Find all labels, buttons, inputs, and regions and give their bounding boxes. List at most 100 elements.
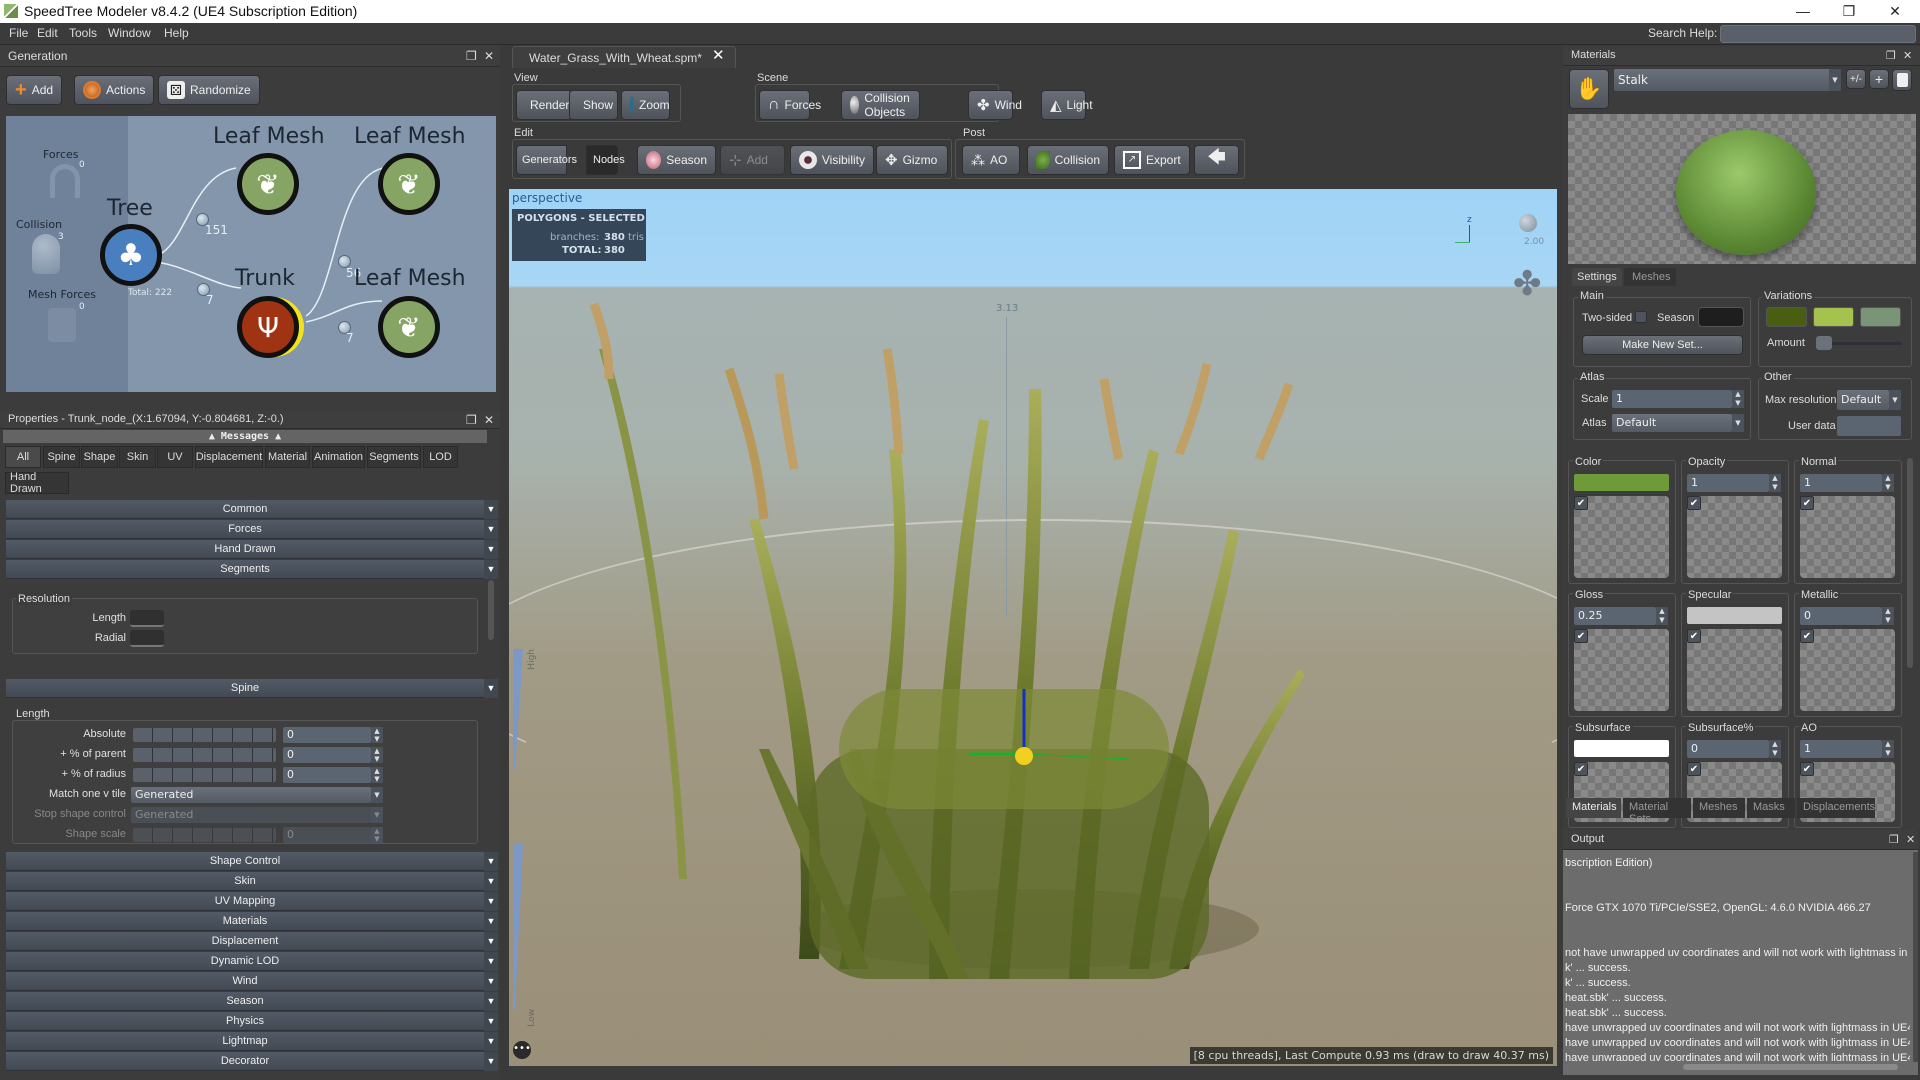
section-shape-control[interactable]: Shape Control ▼ — [6, 852, 498, 871]
menu-edit[interactable]: Edit — [37, 26, 58, 40]
season-color-swatch[interactable] — [1698, 307, 1744, 327]
new-material-button[interactable]: + — [1869, 69, 1889, 89]
tab-meshes[interactable]: Meshes — [1624, 268, 1676, 286]
spinner-icon[interactable]: ▲ ▼ — [1882, 607, 1894, 625]
material-preview[interactable] — [1568, 114, 1916, 264]
restore-button[interactable]: ❐ — [1826, 0, 1872, 23]
segments-radial-input[interactable] — [130, 630, 164, 647]
absolute-slider[interactable] — [133, 728, 276, 742]
section-common[interactable]: Common ▼ — [6, 500, 498, 519]
materials-scrollbar[interactable] — [1907, 458, 1913, 668]
channel-enabled-checkbox[interactable]: ✔ — [1800, 629, 1814, 643]
nodes-toggle[interactable]: Nodes — [586, 145, 625, 175]
materials-bottom-tab-masks[interactable]: Masks — [1747, 798, 1795, 818]
percent-parent-input[interactable]: 0 — [283, 747, 371, 763]
spinner-icon[interactable]: ▲ ▼ — [371, 827, 383, 843]
chevron-down-icon[interactable]: ▼ — [371, 807, 383, 823]
float-panel-icon[interactable]: ❐ — [1889, 833, 1899, 846]
clipboard-button[interactable] — [1892, 69, 1912, 91]
close-panel-icon[interactable]: ✕ — [1903, 49, 1912, 62]
channel-color-swatch[interactable] — [1574, 474, 1669, 491]
amount-slider-handle[interactable] — [1816, 336, 1832, 350]
section-forces[interactable]: Forces ▼ — [6, 520, 498, 539]
trunk-node[interactable]: Ψ — [237, 296, 299, 358]
shape-scale-input[interactable]: 0 — [283, 827, 371, 843]
scale-input[interactable]: 1 — [1612, 390, 1732, 408]
channel-texture-slot[interactable] — [1574, 496, 1669, 578]
channel-texture-slot[interactable] — [1574, 629, 1669, 711]
search-help-input[interactable] — [1720, 25, 1916, 43]
messages-bar[interactable]: ▲ Messages ▲ — [3, 430, 487, 443]
collision-post-button[interactable]: Collision — [1027, 145, 1109, 175]
season-button[interactable]: Season — [637, 145, 716, 175]
max-resolution-dropdown[interactable]: Default — [1837, 390, 1889, 410]
channel-texture-slot[interactable] — [1687, 629, 1782, 711]
filter-tab-displacement[interactable]: Displacement — [195, 446, 263, 468]
user-data-input[interactable] — [1837, 416, 1901, 436]
section-segments[interactable]: Segments ▼ — [6, 560, 498, 579]
filter-tab-animation[interactable]: Animation — [312, 446, 365, 468]
menu-help[interactable]: Help — [164, 26, 189, 40]
section-hand-drawn[interactable]: Hand Drawn ▼ — [6, 540, 498, 559]
section-materials[interactable]: Materials ▼ — [6, 912, 498, 931]
section-uv-mapping[interactable]: UV Mapping ▼ — [6, 892, 498, 911]
two-sided-checkbox[interactable] — [1635, 311, 1647, 323]
channel-value-input[interactable]: 1 — [1687, 474, 1769, 492]
more-options-icon[interactable]: ••• — [513, 1041, 531, 1059]
filter-tab-uv[interactable]: UV — [157, 446, 193, 468]
menu-file[interactable]: File — [9, 26, 28, 40]
make-new-set-button[interactable]: Make New Set... — [1582, 335, 1743, 355]
spinner-icon[interactable]: ▲ ▼ — [371, 767, 383, 783]
close-panel-icon[interactable]: ✕ — [484, 49, 494, 63]
add-button[interactable]: + Add — [6, 75, 63, 105]
materials-bottom-tab-meshes[interactable]: Meshes — [1693, 798, 1745, 818]
tree-node[interactable]: ♣ — [100, 224, 162, 286]
channel-color-swatch[interactable] — [1687, 607, 1782, 624]
channel-enabled-checkbox[interactable]: ✔ — [1574, 762, 1588, 776]
document-tab[interactable]: Water_Grass_With_Wheat.spm* — [512, 46, 736, 68]
materials-bottom-tab-materials[interactable]: Materials — [1566, 798, 1621, 818]
close-panel-icon[interactable]: ✕ — [484, 413, 494, 427]
match-v-tile-dropdown[interactable]: Generated — [131, 787, 371, 803]
float-panel-icon[interactable]: ❐ — [466, 413, 477, 427]
channel-color-swatch[interactable] — [1574, 740, 1669, 757]
generators-toggle[interactable]: Generators — [516, 145, 577, 175]
chevron-down-icon[interactable]: ▼ — [1889, 390, 1901, 410]
channel-enabled-checkbox[interactable]: ✔ — [1800, 496, 1814, 510]
actions-button[interactable]: Actions — [74, 75, 155, 105]
percent-radius-input[interactable]: 0 — [283, 767, 371, 783]
section-decorator[interactable]: Decorator ▼ — [6, 1052, 498, 1071]
channel-enabled-checkbox[interactable]: ✔ — [1800, 762, 1814, 776]
zoom-button[interactable]: Zoom — [621, 90, 670, 120]
light-bulb-icon[interactable] — [1519, 214, 1537, 232]
filter-tab-material[interactable]: Material — [265, 446, 310, 468]
export-button[interactable]: ↗ Export — [1114, 145, 1190, 175]
3d-viewport[interactable]: perspective POLYGONS - SELECTED branches… — [509, 189, 1557, 1066]
section-dynamic-lod[interactable]: Dynamic LOD ▼ — [6, 952, 498, 971]
minimize-button[interactable]: — — [1780, 0, 1826, 23]
variation-swatch[interactable] — [1813, 307, 1854, 327]
visibility-button[interactable]: Visibility — [790, 145, 874, 175]
gizmo-button[interactable]: ✥ Gizmo — [876, 145, 948, 175]
channel-value-input[interactable]: 1 — [1800, 740, 1882, 758]
spinner-icon[interactable]: ▲ ▼ — [371, 747, 383, 763]
section-displacement[interactable]: Displacement ▼ — [6, 932, 498, 951]
hand-tool-button[interactable]: ✋ — [1569, 69, 1609, 109]
material-select-dropdown[interactable]: Stalk — [1614, 69, 1834, 91]
filter-tab-lod[interactable]: LOD — [423, 446, 458, 468]
channel-enabled-checkbox[interactable]: ✔ — [1574, 496, 1588, 510]
materials-bottom-tab-displacements[interactable]: Displacements — [1797, 798, 1875, 818]
section-spine[interactable]: Spine ▼ — [6, 679, 498, 698]
channel-enabled-checkbox[interactable]: ✔ — [1574, 629, 1588, 643]
channel-texture-slot[interactable] — [1800, 629, 1895, 711]
close-panel-icon[interactable]: ✕ — [1906, 833, 1915, 846]
properties-scrollbar[interactable] — [488, 580, 494, 640]
collision-objects-button[interactable]: Collision Objects — [841, 90, 920, 120]
section-wind[interactable]: Wind ▼ — [6, 972, 498, 991]
channel-value-input[interactable]: 1 — [1800, 474, 1882, 492]
add-node-button[interactable]: ⊹ Add — [720, 145, 785, 175]
atlas-dropdown[interactable]: Default — [1612, 414, 1732, 432]
leaf-mesh-node[interactable]: ❦ — [378, 296, 440, 358]
render-button[interactable]: Render — [516, 90, 572, 120]
randomize-button[interactable]: ⚄ Randomize — [158, 75, 260, 105]
